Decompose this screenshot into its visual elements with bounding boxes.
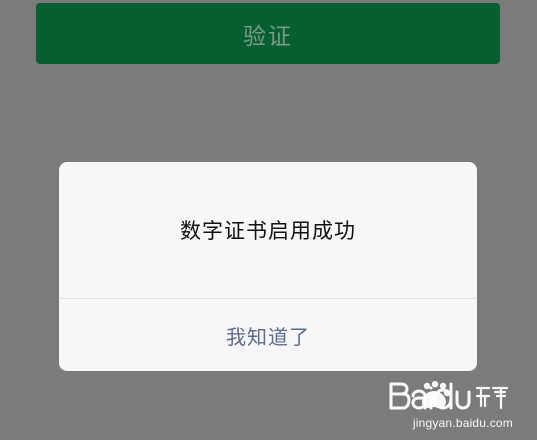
confirm-button[interactable]: 我知道了 xyxy=(59,299,477,371)
dialog-message: 数字证书启用成功 xyxy=(180,219,356,243)
baidu-jingyan-watermark: jingyan.baidu.com xyxy=(385,378,513,430)
verify-button[interactable]: 验证 xyxy=(36,3,500,64)
watermark-domain: jingyan.baidu.com xyxy=(412,416,513,430)
success-dialog: 数字证书启用成功 我知道了 xyxy=(59,162,477,371)
baidu-logo-icon xyxy=(389,381,509,410)
